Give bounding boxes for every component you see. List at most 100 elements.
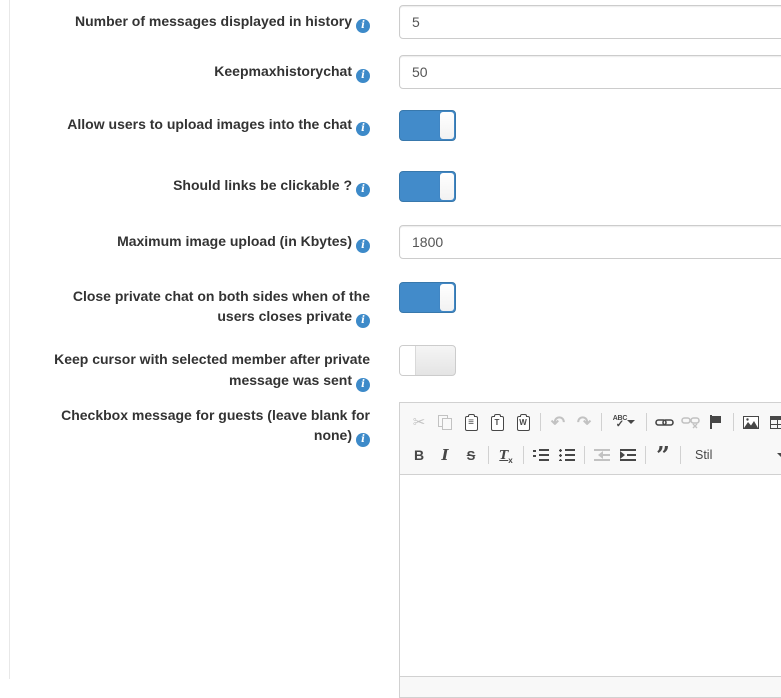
numbered-list-glyph: [533, 449, 549, 461]
unlink-glyph: [681, 416, 700, 429]
increase-indent-glyph: [620, 449, 636, 461]
bold-icon[interactable]: B: [407, 443, 431, 467]
table-icon[interactable]: [765, 410, 781, 434]
max-image-upload-input[interactable]: [399, 225, 781, 259]
toggle-knob: [440, 173, 454, 200]
strikethrough-glyph: S: [467, 448, 476, 463]
field-controls: [399, 171, 781, 207]
italic-glyph: I: [441, 446, 448, 464]
paste-icon[interactable]: ≡: [459, 410, 483, 434]
field-label-text: Maximum image upload (in Kbytes): [117, 233, 352, 249]
remove-format-icon[interactable]: Tx: [494, 443, 518, 467]
table-glyph: [770, 416, 781, 429]
field-label-text: Keep cursor with selected member after p…: [54, 351, 370, 387]
toggle-allow-upload-images[interactable]: [399, 110, 456, 141]
toolbar-separator: [584, 446, 585, 464]
undo-glyph: ↶: [551, 414, 565, 431]
decrease-indent-glyph: [594, 449, 610, 461]
bold-glyph: B: [414, 447, 424, 463]
form-row-links-clickable: Should links be clickable ?i: [10, 171, 781, 207]
field-label: Keepmaxhistorychat i: [10, 55, 399, 83]
unlink-icon[interactable]: [678, 410, 702, 434]
form-row-checkbox-message-guests: Checkbox message for guests (leave blank…: [10, 402, 781, 698]
info-icon[interactable]: i: [356, 239, 370, 253]
paste-text-glyph: T: [491, 416, 504, 431]
undo-icon[interactable]: ↶: [546, 410, 570, 434]
toggle-close-private-both-sides[interactable]: [399, 282, 456, 313]
toolbar-separator: [646, 413, 647, 431]
field-controls: [399, 345, 781, 381]
italic-icon[interactable]: I: [433, 443, 457, 467]
bulleted-list-icon[interactable]: [555, 443, 579, 467]
info-icon[interactable]: i: [356, 433, 370, 447]
redo-icon[interactable]: ↷: [572, 410, 596, 434]
remove-format-x: x: [508, 456, 512, 465]
image-icon[interactable]: [739, 410, 763, 434]
paste-plain-text-icon[interactable]: T: [485, 410, 509, 434]
form-row-number-of-messages: Number of messages displayed in history i: [10, 5, 781, 39]
toggle-keep-cursor-after-private[interactable]: [399, 345, 456, 376]
field-controls: [399, 110, 781, 146]
field-label: Should links be clickable ?i: [10, 171, 399, 197]
info-icon[interactable]: i: [356, 183, 370, 197]
increase-indent-icon[interactable]: [616, 443, 640, 467]
decrease-indent-icon[interactable]: [590, 443, 614, 467]
field-label-text: Allow users to upload images into the ch…: [67, 116, 352, 132]
remove-format-t: T: [499, 448, 508, 462]
toggle-knob: [440, 284, 454, 311]
toolbar-separator: [645, 446, 646, 464]
rich-text-editor: ✂ ≡ T W ↶ ↷ ABC✓: [399, 402, 781, 698]
info-icon[interactable]: i: [356, 69, 370, 83]
info-icon[interactable]: i: [356, 378, 370, 392]
field-label: Allow users to upload images into the ch…: [10, 110, 399, 136]
paste-glyph: ≡: [465, 416, 478, 431]
field-controls: ✂ ≡ T W ↶ ↷ ABC✓: [399, 402, 781, 698]
field-controls: [399, 225, 781, 259]
settings-form: Number of messages displayed in history i…: [0, 0, 781, 698]
toggle-links-clickable[interactable]: [399, 171, 456, 202]
field-label: Checkbox message for guests (leave blank…: [10, 402, 399, 447]
info-icon[interactable]: i: [356, 19, 370, 33]
paste-word-glyph: W: [517, 416, 530, 431]
field-label: Close private chat on both sides when of…: [10, 282, 399, 328]
styles-dropdown[interactable]: Stil: [687, 443, 781, 467]
flag-glyph: [710, 415, 722, 429]
anchor-flag-icon[interactable]: [704, 410, 728, 434]
blockquote-icon[interactable]: ”: [651, 443, 675, 467]
toggle-knob: [440, 112, 454, 139]
form-row-allow-upload-images: Allow users to upload images into the ch…: [10, 110, 781, 146]
dropdown-caret-icon: [627, 420, 635, 428]
copy-icon[interactable]: [433, 410, 457, 434]
info-icon[interactable]: i: [356, 314, 370, 328]
field-label-text: Keepmaxhistorychat: [214, 63, 352, 79]
cut-icon[interactable]: ✂: [407, 410, 431, 434]
number-of-messages-input[interactable]: [399, 5, 781, 39]
field-label-text: Close private chat on both sides when of…: [73, 288, 370, 324]
numbered-list-icon[interactable]: [529, 443, 553, 467]
toggle-knob: [400, 346, 416, 375]
toolbar-separator: [523, 446, 524, 464]
field-label: Number of messages displayed in history i: [10, 5, 399, 33]
dropdown-caret-icon: [777, 453, 781, 461]
spell-check-mark: ✓: [616, 420, 624, 430]
toolbar-separator: [488, 446, 489, 464]
field-label-text: Number of messages displayed in history: [75, 13, 352, 29]
info-icon[interactable]: i: [356, 122, 370, 136]
spell-check-icon[interactable]: ABC✓: [607, 410, 641, 434]
link-icon[interactable]: [652, 410, 676, 434]
toolbar-separator: [540, 413, 541, 431]
spell-check-glyph: ABC✓: [613, 415, 628, 430]
remove-format-glyph: Tx: [499, 446, 512, 465]
image-glyph: [743, 416, 759, 429]
blockquote-glyph: ”: [656, 451, 670, 461]
keepmaxhistorychat-input[interactable]: [399, 55, 781, 89]
strikethrough-icon[interactable]: S: [459, 443, 483, 467]
form-row-max-image-upload: Maximum image upload (in Kbytes) i: [10, 225, 781, 259]
toolbar-separator: [680, 446, 681, 464]
toolbar-separator: [733, 413, 734, 431]
form-row-keep-cursor-after-private: Keep cursor with selected member after p…: [10, 345, 781, 391]
editor-content-area[interactable]: [400, 475, 781, 676]
editor-toolbar-row-2: B I S Tx ”: [406, 439, 781, 472]
paste-from-word-icon[interactable]: W: [511, 410, 535, 434]
field-label-text: Checkbox message for guests (leave blank…: [61, 407, 370, 443]
